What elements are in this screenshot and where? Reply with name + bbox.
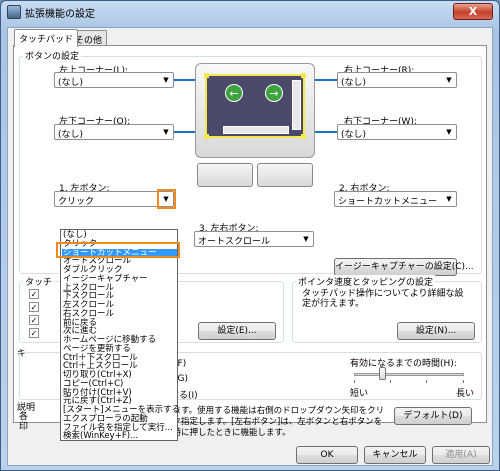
pointer-speed-description: タッチパッド操作についてより詳細な設定が行えます。 bbox=[302, 289, 464, 309]
arrow-right-icon: → bbox=[265, 84, 283, 102]
top-left-value: (なし) bbox=[58, 78, 84, 88]
button-settings-title: ボタンの設定 bbox=[23, 49, 82, 62]
dropdown-arrow-highlight bbox=[157, 189, 176, 209]
horizontal-scroll-zone bbox=[223, 126, 289, 134]
slider-tick bbox=[390, 380, 391, 383]
touchpad-illustration: ← → bbox=[195, 63, 315, 158]
description-line2-prefix: 印 bbox=[19, 422, 29, 432]
long-label: 長い bbox=[456, 389, 475, 399]
chevron-down-icon: ▼ bbox=[446, 128, 452, 136]
corner-marker bbox=[301, 134, 306, 139]
bottom-right-combo[interactable]: (なし) ▼ bbox=[337, 124, 457, 140]
settings-window: 拡張機能の設定 X タッチパッド その他 ボタンの設定 左上コーナー(L): (… bbox=[0, 0, 500, 471]
window-title: 拡張機能の設定 bbox=[25, 9, 95, 20]
touchpad-left-button bbox=[197, 163, 253, 187]
touchpad-buttons bbox=[195, 163, 315, 189]
touchpad-tab-pane: ボタンの設定 左上コーナー(L): (なし) ▼ 右上コーナー(R): (なし)… bbox=[13, 45, 487, 441]
chevron-down-icon: ▼ bbox=[446, 76, 452, 84]
touchpad-right-button bbox=[257, 163, 313, 187]
app-icon bbox=[7, 5, 21, 19]
corner-marker bbox=[204, 73, 209, 78]
activation-time-label: 有効になるまでの時間(H): bbox=[350, 359, 457, 369]
left-button-value: クリック bbox=[58, 197, 95, 207]
bottom-left-value: (なし) bbox=[58, 130, 84, 140]
corner-marker bbox=[204, 134, 209, 139]
chevron-down-icon: ▼ bbox=[446, 195, 452, 203]
cancel-button[interactable]: キャンセル bbox=[364, 446, 426, 464]
top-right-value: (なし) bbox=[341, 78, 367, 88]
slider-tick bbox=[426, 380, 427, 383]
middle-button-value: オートスクロール bbox=[198, 237, 271, 247]
vertical-scroll-zone bbox=[292, 80, 301, 130]
tab-touchpad[interactable]: タッチパッド bbox=[14, 29, 79, 47]
tap-checkbox-1[interactable]: ✓ bbox=[29, 289, 39, 299]
slider-tick bbox=[354, 380, 355, 383]
easy-capture-settings-button[interactable]: イージーキャプチャーの設定(C)... bbox=[334, 258, 474, 276]
short-label: 短い bbox=[350, 389, 369, 399]
activation-slider-track[interactable] bbox=[354, 373, 464, 376]
title-bar[interactable]: 拡張機能の設定 X bbox=[1, 1, 499, 23]
apply-button[interactable]: 適用(A) bbox=[432, 446, 490, 464]
pointer-speed-settings-button[interactable]: 設定(N)... bbox=[397, 322, 475, 340]
tap-settings-title: タッチ bbox=[23, 275, 55, 288]
activation-slider-thumb[interactable] bbox=[378, 367, 386, 380]
chevron-down-icon: ▼ bbox=[303, 235, 309, 243]
default-button[interactable]: デフォルト(D) bbox=[394, 407, 472, 425]
client-area: タッチパッド その他 ボタンの設定 左上コーナー(L): (なし) ▼ 右上コー… bbox=[7, 27, 493, 466]
description-text: 〜ます。使用する機能は右側のドロップダウン矢印をクリック指定します。[左右ボタン… bbox=[164, 406, 385, 438]
corner-marker bbox=[301, 73, 306, 78]
middle-button-combo[interactable]: オートスクロール ▼ bbox=[194, 231, 314, 247]
tap-checkbox-3[interactable]: ✓ bbox=[29, 315, 39, 325]
tap-settings-button[interactable]: 設定(E)... bbox=[198, 322, 276, 340]
right-button-combo[interactable]: ショートカットメニュー ▼ bbox=[334, 191, 457, 207]
left-button-combo[interactable]: クリック ▼ bbox=[54, 191, 174, 207]
arrow-left-icon: ← bbox=[225, 84, 243, 102]
bottom-right-value: (なし) bbox=[341, 130, 367, 140]
tap-checkbox-2[interactable]: ✓ bbox=[29, 302, 39, 312]
top-right-combo[interactable]: (なし) ▼ bbox=[337, 72, 457, 88]
left-button-dropdown-list: (なし) クリック ショートカットメニュー オートスクロール ダブルクリック イージーキャ… bbox=[60, 229, 180, 441]
pointer-speed-title: ポインタ速度とタッピングの設定 bbox=[296, 275, 436, 288]
chevron-down-icon: ▼ bbox=[163, 76, 169, 84]
slider-tick bbox=[463, 380, 464, 383]
selected-option-highlight bbox=[56, 242, 180, 258]
right-button-value: ショートカットメニュー bbox=[338, 197, 438, 207]
ok-button[interactable]: OK bbox=[296, 446, 358, 464]
touchpad-surface: ← → bbox=[204, 73, 306, 139]
tap-checkbox-4[interactable]: ✓ bbox=[29, 328, 39, 338]
chevron-down-icon: ▼ bbox=[163, 128, 169, 136]
bottom-left-combo[interactable]: (なし) ▼ bbox=[54, 124, 174, 140]
close-button[interactable]: X bbox=[453, 3, 493, 20]
top-left-combo[interactable]: (なし) ▼ bbox=[54, 72, 174, 88]
dropdown-option[interactable]: 検索(WinKey+F)... bbox=[63, 432, 138, 441]
